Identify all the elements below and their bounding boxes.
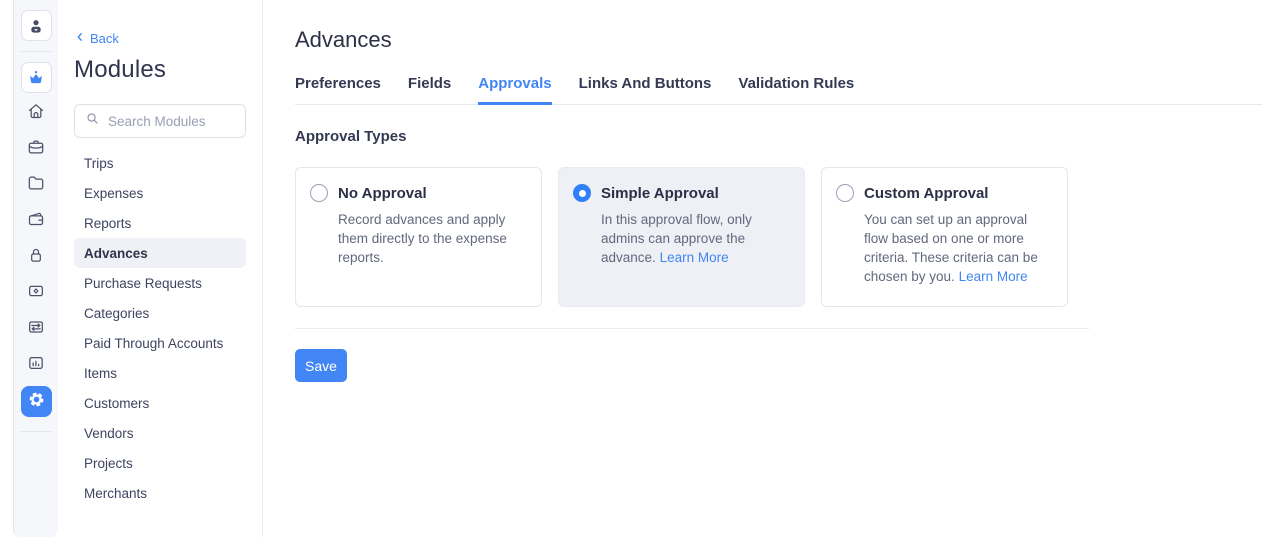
module-item-paid-through-accounts[interactable]: Paid Through Accounts	[74, 328, 246, 358]
folder-icon[interactable]	[26, 173, 46, 193]
radio-simple-approval[interactable]	[573, 184, 591, 202]
analytics-icon[interactable]	[26, 353, 46, 373]
module-item-vendors[interactable]: Vendors	[74, 418, 246, 448]
radio-no-approval[interactable]	[310, 184, 328, 202]
tab-links-and-buttons[interactable]: Links And Buttons	[579, 75, 712, 105]
module-item-expenses[interactable]: Expenses	[74, 178, 246, 208]
card-scan-icon[interactable]	[26, 281, 46, 301]
section-divider	[295, 328, 1089, 329]
back-label: Back	[90, 31, 119, 46]
radio-custom-approval[interactable]	[836, 184, 854, 202]
card-simple-approval[interactable]: Simple Approval In this approval flow, o…	[558, 167, 805, 307]
tab-preferences[interactable]: Preferences	[295, 75, 381, 105]
main-content: Advances Preferences Fields Approvals Li…	[263, 0, 1274, 550]
back-link[interactable]: Back	[74, 31, 119, 46]
card-description: Record advances and apply them directly …	[338, 210, 527, 267]
learn-more-link[interactable]: Learn More	[959, 269, 1028, 284]
admin-view-button[interactable]	[21, 62, 52, 93]
card-title: Custom Approval	[864, 185, 988, 202]
crown-icon	[26, 68, 46, 88]
page-title: Advances	[295, 27, 1262, 53]
settings-button-active[interactable]	[21, 386, 52, 417]
search-input[interactable]	[108, 114, 235, 129]
rail-divider	[21, 51, 51, 52]
module-item-customers[interactable]: Customers	[74, 388, 246, 418]
search-box[interactable]	[74, 104, 246, 138]
approval-type-cards: No Approval Record advances and apply th…	[295, 167, 1262, 307]
card-title: Simple Approval	[601, 185, 719, 202]
gear-icon	[27, 390, 46, 414]
module-item-categories[interactable]: Categories	[74, 298, 246, 328]
profile-icon	[26, 16, 46, 36]
tab-fields[interactable]: Fields	[408, 75, 451, 105]
wallet-icon[interactable]	[26, 209, 46, 229]
module-item-advances[interactable]: Advances	[74, 238, 246, 268]
module-item-items[interactable]: Items	[74, 358, 246, 388]
module-item-trips[interactable]: Trips	[74, 148, 246, 178]
search-icon	[85, 111, 100, 131]
card-no-approval[interactable]: No Approval Record advances and apply th…	[295, 167, 542, 307]
module-item-projects[interactable]: Projects	[74, 448, 246, 478]
module-item-merchants[interactable]: Merchants	[74, 478, 246, 508]
tab-bar: Preferences Fields Approvals Links And B…	[295, 75, 1262, 105]
learn-more-link[interactable]: Learn More	[660, 250, 729, 265]
lock-icon[interactable]	[26, 245, 46, 265]
card-title: No Approval	[338, 185, 427, 202]
section-title: Approval Types	[295, 128, 1262, 145]
chevron-left-icon	[74, 31, 86, 46]
transactions-icon[interactable]	[26, 317, 46, 337]
rail-divider-bottom	[21, 431, 51, 432]
module-item-purchase-requests[interactable]: Purchase Requests	[74, 268, 246, 298]
module-list: Trips Expenses Reports Advances Purchase…	[74, 148, 246, 508]
card-description: In this approval flow, only admins can a…	[601, 210, 790, 267]
modules-sidebar: Back Modules Trips Expenses Reports Adva…	[58, 0, 263, 537]
card-custom-approval[interactable]: Custom Approval You can set up an approv…	[821, 167, 1068, 307]
home-icon[interactable]	[26, 101, 46, 121]
save-button[interactable]: Save	[295, 349, 347, 382]
tab-validation-rules[interactable]: Validation Rules	[738, 75, 854, 105]
profile-button[interactable]	[21, 10, 52, 41]
tab-approvals[interactable]: Approvals	[478, 75, 551, 105]
module-item-reports[interactable]: Reports	[74, 208, 246, 238]
sidebar-title: Modules	[74, 56, 246, 84]
icon-rail	[13, 0, 58, 537]
briefcase-icon[interactable]	[26, 137, 46, 157]
card-description: You can set up an approval flow based on…	[864, 210, 1053, 286]
